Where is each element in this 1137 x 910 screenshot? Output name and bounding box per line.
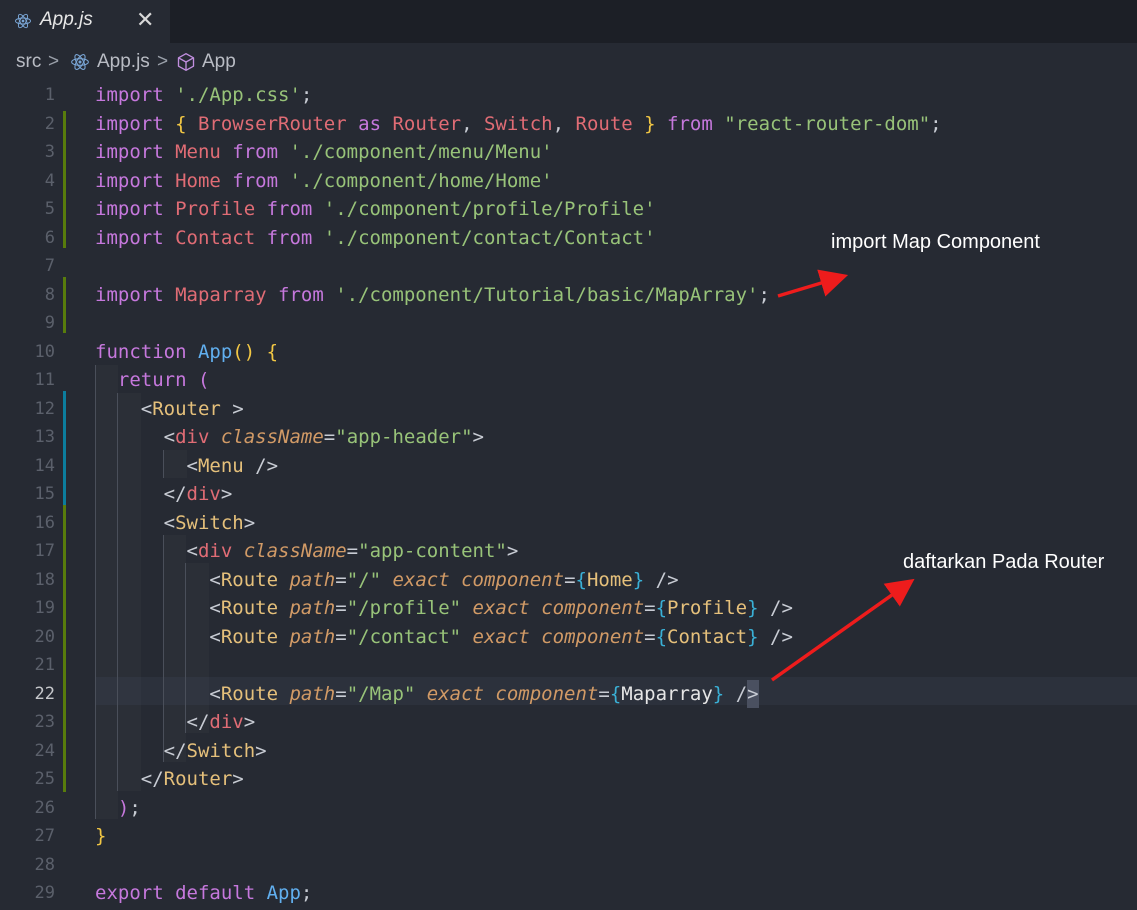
arrow-import: [777, 269, 849, 298]
annotation-arrows: [770, 269, 915, 682]
editor-window: App.js ✕ src > App.js > App 1 import './…: [0, 0, 1137, 910]
arrow-router: [770, 578, 915, 682]
